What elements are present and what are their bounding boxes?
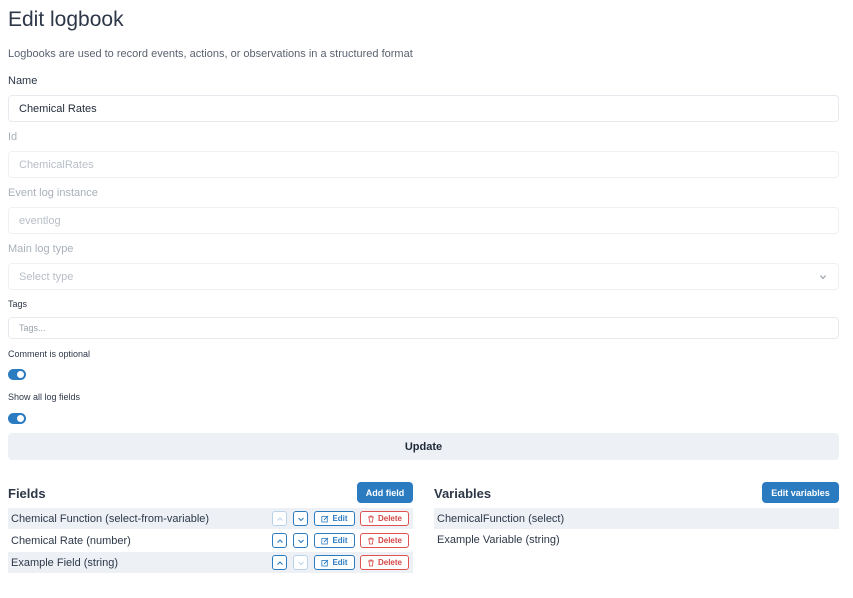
- edit-label: Edit: [332, 514, 348, 523]
- delete-label: Delete: [377, 536, 402, 545]
- page-description: Logbooks are used to record events, acti…: [8, 48, 413, 60]
- move-down-button[interactable]: [293, 533, 308, 548]
- edit-field-button[interactable]: Edit: [314, 533, 355, 548]
- chevron-up-icon: [276, 516, 283, 521]
- id-value: ChemicalRates: [19, 158, 94, 171]
- move-up-button: [272, 511, 287, 526]
- chevron-down-icon: [297, 539, 304, 543]
- variables-heading: Variables: [434, 486, 492, 501]
- edit-icon: [321, 559, 329, 566]
- fields-heading: Fields: [8, 486, 46, 501]
- field-name: Chemical Function (select-from-variable): [11, 512, 210, 525]
- delete-label: Delete: [377, 558, 402, 567]
- delete-label: Delete: [377, 514, 402, 523]
- edit-label: Edit: [332, 536, 348, 545]
- name-value: Chemical Rates: [19, 102, 97, 115]
- field-row-chemical-function: Chemical Function (select-from-variable)…: [8, 508, 413, 529]
- comment-optional-toggle[interactable]: [8, 369, 26, 380]
- variable-row: Example Variable (string): [434, 529, 839, 550]
- main-log-type-select: Select type: [8, 263, 839, 290]
- move-up-button[interactable]: [272, 555, 287, 570]
- edit-label: Edit: [332, 558, 348, 567]
- trash-icon: [367, 537, 374, 544]
- field-name: Chemical Rate (number): [11, 534, 131, 547]
- toggle-knob: [17, 415, 24, 422]
- event-log-instance-input: eventlog: [8, 207, 839, 234]
- name-label: Name: [8, 75, 38, 87]
- edit-field-button[interactable]: Edit: [314, 555, 355, 570]
- trash-icon: [367, 515, 374, 522]
- delete-field-button[interactable]: Delete: [360, 533, 409, 548]
- page-title: Edit logbook: [8, 8, 124, 31]
- field-row-chemical-rate: Chemical Rate (number) Edit Delete: [8, 530, 413, 551]
- chevron-down-icon: [297, 561, 304, 565]
- edit-field-button[interactable]: Edit: [314, 511, 355, 526]
- tags-input[interactable]: Tags...: [8, 317, 839, 339]
- variable-row: ChemicalFunction (select): [434, 508, 839, 529]
- chevron-down-icon: [297, 517, 304, 521]
- comment-optional-label: Comment is optional: [8, 349, 91, 359]
- id-input: ChemicalRates: [8, 151, 839, 178]
- edit-variables-button[interactable]: Edit variables: [762, 482, 839, 503]
- move-down-button: [293, 555, 308, 570]
- chevron-down-icon: [820, 275, 826, 280]
- edit-icon: [321, 537, 329, 544]
- move-up-button[interactable]: [272, 533, 287, 548]
- event-log-instance-value: eventlog: [19, 214, 61, 227]
- name-input[interactable]: Chemical Rates: [8, 95, 839, 122]
- delete-field-button[interactable]: Delete: [360, 555, 409, 570]
- field-row-example-field: Example Field (string) Edit Delete: [8, 552, 413, 573]
- field-name: Example Field (string): [11, 556, 118, 569]
- variable-name: Example Variable (string): [437, 533, 560, 546]
- main-log-type-placeholder: Select type: [19, 270, 74, 283]
- toggle-knob: [17, 371, 24, 378]
- id-label: Id: [8, 131, 18, 143]
- move-down-button[interactable]: [293, 511, 308, 526]
- event-log-instance-label: Event log instance: [8, 187, 98, 199]
- show-all-fields-label: Show all log fields: [8, 392, 81, 402]
- delete-field-button[interactable]: Delete: [360, 511, 409, 526]
- tags-label: Tags: [8, 299, 28, 309]
- tags-placeholder: Tags...: [19, 323, 46, 333]
- add-field-button[interactable]: Add field: [357, 482, 413, 503]
- variable-name: ChemicalFunction (select): [437, 512, 565, 525]
- chevron-up-icon: [276, 560, 283, 565]
- trash-icon: [367, 559, 374, 566]
- update-button[interactable]: Update: [8, 433, 839, 460]
- edit-icon: [321, 515, 329, 522]
- main-log-type-label: Main log type: [8, 243, 74, 255]
- show-all-fields-toggle[interactable]: [8, 413, 26, 424]
- chevron-up-icon: [276, 538, 283, 543]
